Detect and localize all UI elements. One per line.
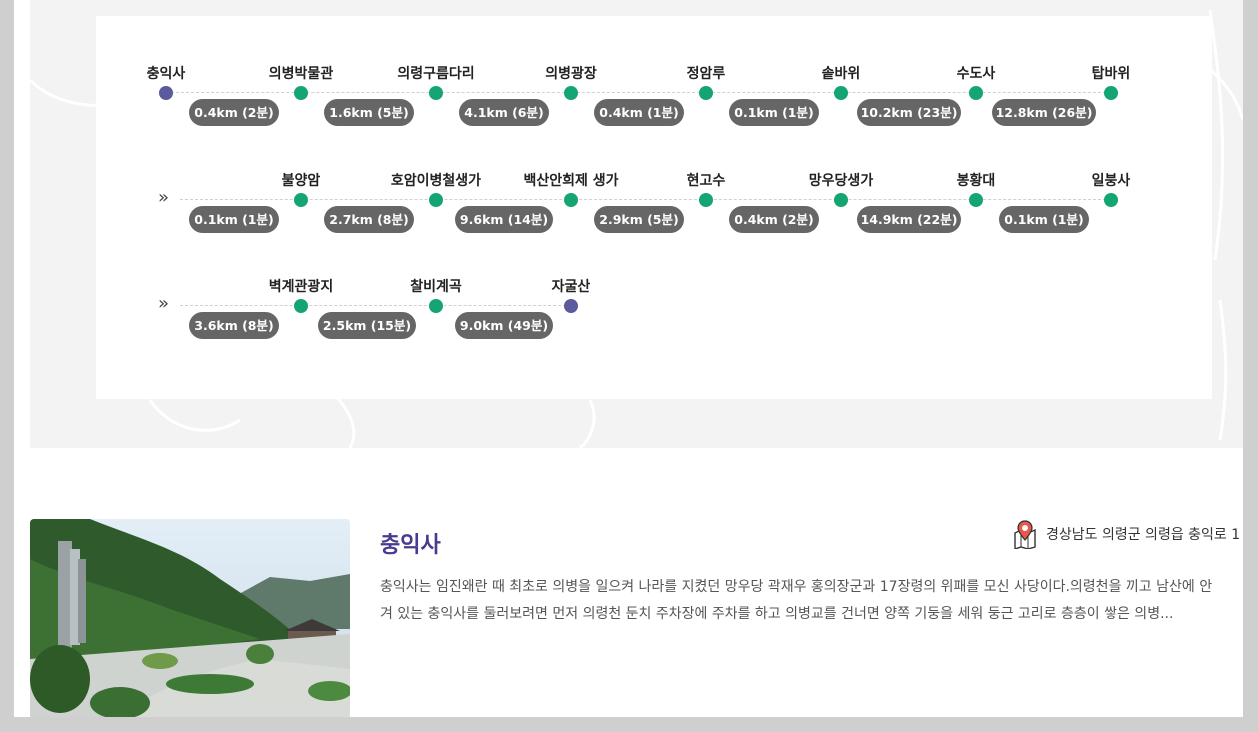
distance-badge: 0.4km (1분) (594, 99, 684, 126)
stop-name: 의병박물관 (268, 66, 334, 82)
distance-badge: 2.5km (15분) (318, 312, 416, 339)
distance-badge: 9.6km (14분) (455, 206, 553, 233)
description-line: 겨 있는 충익사를 둘러보려면 먼저 의령천 둔치 주차장에 주차를 하고 의병… (380, 606, 1174, 622)
distance-badge: 2.7km (8분) (324, 206, 414, 233)
stop-marker[interactable] (429, 86, 443, 100)
stop-marker[interactable] (294, 86, 308, 100)
distance-badge: 9.0km (49분) (455, 312, 553, 339)
route-row: » 벽계관광지 찰비계곡 자굴산 3.6km (8분) 2.5km (15분) … (96, 276, 1212, 366)
distance-badge: 1.6km (5분) (324, 99, 414, 126)
stop-name: 봉황대 (956, 173, 996, 189)
distance-badge: 14.9km (22분) (857, 206, 961, 233)
stop-marker[interactable] (294, 299, 308, 313)
page: 충익사 의병박물관 의령구름다리 의병광장 정암루 솥바위 수도사 탑바위 0.… (14, 0, 1243, 717)
photo-illustration (30, 519, 350, 717)
distance-badge: 0.1km (1분) (999, 206, 1089, 233)
stop-name: 찰비계곡 (410, 279, 462, 295)
distance-badge: 12.8km (26분) (992, 99, 1096, 126)
distance-badge: 0.1km (1분) (729, 99, 819, 126)
route-section: 충익사 의병박물관 의령구름다리 의병광장 정암루 솥바위 수도사 탑바위 0.… (30, 0, 1243, 448)
description-line: 충익사는 임진왜란 때 최초로 의병을 일으켜 나라를 지켰던 망우당 곽재우 … (380, 579, 1213, 595)
distance-badge: 10.2km (23분) (857, 99, 961, 126)
stop-marker[interactable] (699, 86, 713, 100)
stop-name: 망우당생가 (808, 173, 874, 189)
continue-arrow-icon: » (158, 293, 170, 314)
stop-marker[interactable] (969, 86, 983, 100)
stop-marker[interactable] (564, 86, 578, 100)
stop-marker-end[interactable] (564, 299, 578, 313)
route-row: » 불양암 호암이병철생가 백산안희제 생가 현고수 망우당생가 봉황대 일붕사… (96, 170, 1212, 260)
stop-name: 충익사 (146, 66, 186, 82)
stop-marker[interactable] (1104, 86, 1118, 100)
route-card: 충익사 의병박물관 의령구름다리 의병광장 정암루 솥바위 수도사 탑바위 0.… (96, 16, 1212, 399)
attraction-photo[interactable] (30, 519, 350, 717)
stop-name: 솥바위 (821, 66, 861, 82)
stop-marker[interactable] (969, 193, 983, 207)
distance-badge: 4.1km (6분) (459, 99, 549, 126)
stop-name: 탑바위 (1091, 66, 1131, 82)
stop-marker[interactable] (834, 86, 848, 100)
stop-name: 현고수 (686, 173, 726, 189)
route-line (180, 305, 571, 306)
distance-badge: 3.6km (8분) (189, 312, 279, 339)
stop-marker-start[interactable] (159, 86, 173, 100)
stop-marker[interactable] (294, 193, 308, 207)
stop-name: 벽계관광지 (268, 279, 334, 295)
stop-marker[interactable] (699, 193, 713, 207)
distance-badge: 0.4km (2분) (729, 206, 819, 233)
distance-badge: 2.9km (5분) (594, 206, 684, 233)
attraction-description: 충익사는 임진왜란 때 최초로 의병을 일으켜 나라를 지켰던 망우당 곽재우 … (380, 574, 1243, 628)
distance-badge: 0.1km (1분) (189, 206, 279, 233)
stop-name: 수도사 (956, 66, 996, 82)
stop-name: 의령구름다리 (397, 66, 475, 82)
stop-marker[interactable] (1104, 193, 1118, 207)
stop-name: 정암루 (686, 66, 726, 82)
continue-arrow-icon: » (158, 187, 170, 208)
map-pin-icon (1012, 519, 1038, 550)
stop-marker[interactable] (429, 299, 443, 313)
stop-name: 일붕사 (1091, 173, 1131, 189)
stop-name: 자굴산 (551, 279, 591, 295)
stop-marker[interactable] (834, 193, 848, 207)
attraction-title[interactable]: 충익사 (380, 527, 441, 559)
route-row: 충익사 의병박물관 의령구름다리 의병광장 정암루 솥바위 수도사 탑바위 0.… (96, 63, 1212, 153)
stop-name: 백산안희제 생가 (523, 173, 619, 189)
stop-marker[interactable] (429, 193, 443, 207)
address-text: 경상남도 의령군 의령읍 충익로 1 (1046, 527, 1241, 543)
address: 경상남도 의령군 의령읍 충익로 1 (1012, 517, 1240, 551)
stop-name: 의병광장 (545, 66, 597, 82)
distance-badge: 0.4km (2분) (189, 99, 279, 126)
stop-name: 불양암 (281, 173, 321, 189)
stop-name: 호암이병철생가 (390, 173, 482, 189)
stop-marker[interactable] (564, 193, 578, 207)
